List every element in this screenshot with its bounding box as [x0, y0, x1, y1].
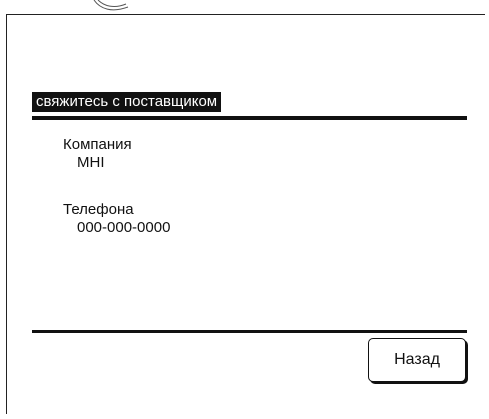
- top-ornament-icon: [93, 0, 129, 11]
- company-label: Компания: [63, 136, 132, 153]
- phone-value: 000-000-0000: [77, 219, 171, 236]
- footer-divider: [32, 330, 467, 333]
- company-value: MHI: [77, 154, 105, 171]
- header-divider: [32, 116, 467, 120]
- phone-label: Телефона: [63, 201, 134, 218]
- section-header: свяжитесь с поставщиком: [32, 92, 222, 112]
- back-button[interactable]: Назад: [368, 338, 466, 382]
